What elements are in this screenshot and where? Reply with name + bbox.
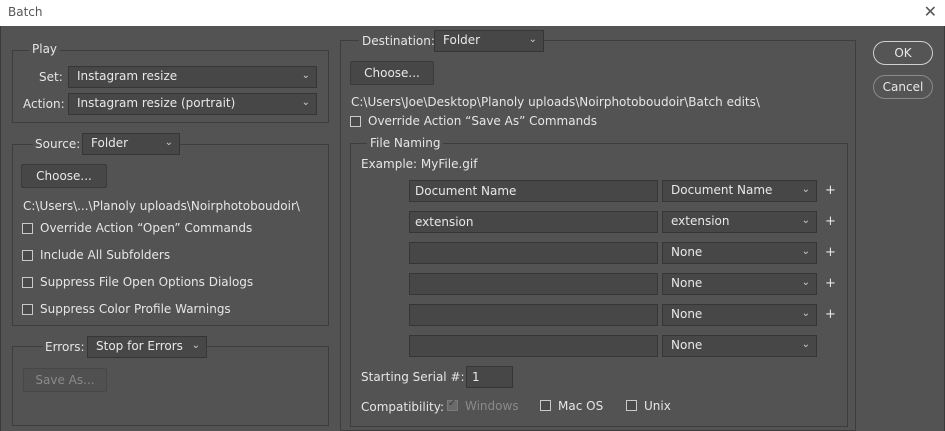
action-label: Action: bbox=[23, 97, 65, 111]
include-subfolders-label: Include All Subfolders bbox=[40, 248, 171, 262]
source-select[interactable]: Folder ⌄ bbox=[82, 133, 180, 155]
source-label: Source: bbox=[33, 137, 83, 151]
chevron-down-icon: ⌄ bbox=[801, 246, 810, 257]
override-save-as-checkbox[interactable] bbox=[350, 116, 361, 127]
suppress-color-warnings-label: Suppress Color Profile Warnings bbox=[40, 302, 231, 316]
set-label: Set: bbox=[39, 70, 63, 84]
windows-label: Windows bbox=[465, 399, 519, 413]
file-naming-legend: File Naming bbox=[367, 136, 444, 150]
compatibility-label: Compatibility: bbox=[361, 400, 445, 414]
chevron-down-icon: ⌄ bbox=[528, 34, 537, 45]
destination-select[interactable]: Folder ⌄ bbox=[434, 30, 544, 52]
naming-text-6[interactable] bbox=[409, 335, 658, 357]
file-naming-example: Example: MyFile.gif bbox=[361, 157, 478, 171]
chevron-down-icon: ⌄ bbox=[801, 277, 810, 288]
add-row-button[interactable]: + bbox=[825, 183, 836, 198]
naming-select-4-value: None bbox=[671, 276, 703, 290]
naming-select-1-value: Document Name bbox=[671, 183, 773, 197]
mac-os-label: Mac OS bbox=[558, 399, 604, 413]
unix-label: Unix bbox=[644, 399, 671, 413]
chevron-down-icon: ⌄ bbox=[801, 184, 810, 195]
errors-select-value: Stop for Errors bbox=[96, 339, 183, 353]
destination-select-value: Folder bbox=[443, 33, 481, 47]
add-row-button[interactable]: + bbox=[825, 245, 836, 260]
naming-select-5[interactable]: None ⌄ bbox=[662, 304, 817, 326]
override-save-as-label: Override Action “Save As” Commands bbox=[368, 114, 598, 128]
naming-select-4[interactable]: None ⌄ bbox=[662, 273, 817, 295]
override-open-checkbox[interactable] bbox=[22, 223, 33, 234]
source-choose-button[interactable]: Choose... bbox=[21, 164, 107, 188]
suppress-open-options-label: Suppress File Open Options Dialogs bbox=[40, 275, 254, 289]
naming-select-6[interactable]: None ⌄ bbox=[662, 335, 817, 357]
source-select-value: Folder bbox=[91, 136, 129, 150]
naming-select-2-value: extension bbox=[671, 214, 730, 228]
action-select-value: Instagram resize (portrait) bbox=[77, 96, 236, 110]
mac-os-checkbox[interactable] bbox=[540, 400, 551, 411]
unix-checkbox[interactable] bbox=[626, 400, 637, 411]
naming-text-3[interactable] bbox=[409, 242, 658, 264]
naming-text-1[interactable]: Document Name bbox=[409, 180, 658, 202]
naming-select-3[interactable]: None ⌄ bbox=[662, 242, 817, 264]
batch-dialog: Play Set: Instagram resize ⌄ Action: Ins… bbox=[0, 26, 945, 431]
save-as-button[interactable]: Save As... bbox=[23, 368, 107, 392]
serial-input[interactable]: 1 bbox=[466, 366, 513, 388]
naming-text-2[interactable]: extension bbox=[409, 211, 658, 233]
naming-select-3-value: None bbox=[671, 245, 703, 259]
chevron-down-icon: ⌄ bbox=[164, 137, 173, 148]
include-subfolders-checkbox[interactable] bbox=[22, 250, 33, 261]
destination-label: Destination: bbox=[359, 34, 438, 48]
set-select-value: Instagram resize bbox=[77, 69, 178, 83]
window-title: Batch bbox=[8, 5, 43, 19]
errors-label: Errors: bbox=[43, 340, 87, 354]
naming-text-4[interactable] bbox=[409, 273, 658, 295]
add-row-button[interactable]: + bbox=[825, 214, 836, 229]
destination-choose-button[interactable]: Choose... bbox=[350, 61, 434, 85]
play-legend: Play bbox=[29, 42, 61, 56]
naming-select-5-value: None bbox=[671, 307, 703, 321]
chevron-down-icon: ⌄ bbox=[301, 97, 310, 108]
add-row-button[interactable]: + bbox=[825, 307, 836, 322]
chevron-down-icon: ⌄ bbox=[191, 340, 200, 351]
suppress-color-warnings-checkbox[interactable] bbox=[22, 304, 33, 315]
windows-checkbox bbox=[447, 398, 458, 411]
override-open-label: Override Action “Open” Commands bbox=[40, 221, 253, 235]
chevron-down-icon: ⌄ bbox=[801, 215, 810, 226]
chevron-down-icon: ⌄ bbox=[301, 70, 310, 81]
errors-select[interactable]: Stop for Errors ⌄ bbox=[87, 336, 207, 358]
naming-select-6-value: None bbox=[671, 338, 703, 352]
suppress-open-options-checkbox[interactable] bbox=[22, 277, 33, 288]
action-select[interactable]: Instagram resize (portrait) ⌄ bbox=[68, 93, 317, 115]
cancel-button[interactable]: Cancel bbox=[873, 75, 933, 99]
set-select[interactable]: Instagram resize ⌄ bbox=[68, 66, 317, 88]
naming-select-1[interactable]: Document Name ⌄ bbox=[662, 180, 817, 202]
destination-path: C:\Users\Joe\Desktop\Planoly uploads\Noi… bbox=[351, 95, 760, 109]
close-icon[interactable]: ✕ bbox=[924, 2, 937, 21]
naming-select-2[interactable]: extension ⌄ bbox=[662, 211, 817, 233]
naming-text-5[interactable] bbox=[409, 304, 658, 326]
source-path: C:\Users\...\Planoly uploads\Noirphotobo… bbox=[23, 199, 300, 213]
title-bar: Batch ✕ bbox=[0, 0, 945, 26]
serial-label: Starting Serial #: bbox=[361, 370, 465, 384]
ok-button[interactable]: OK bbox=[873, 41, 933, 65]
chevron-down-icon: ⌄ bbox=[801, 339, 810, 350]
add-row-button[interactable]: + bbox=[825, 276, 836, 291]
chevron-down-icon: ⌄ bbox=[801, 308, 810, 319]
